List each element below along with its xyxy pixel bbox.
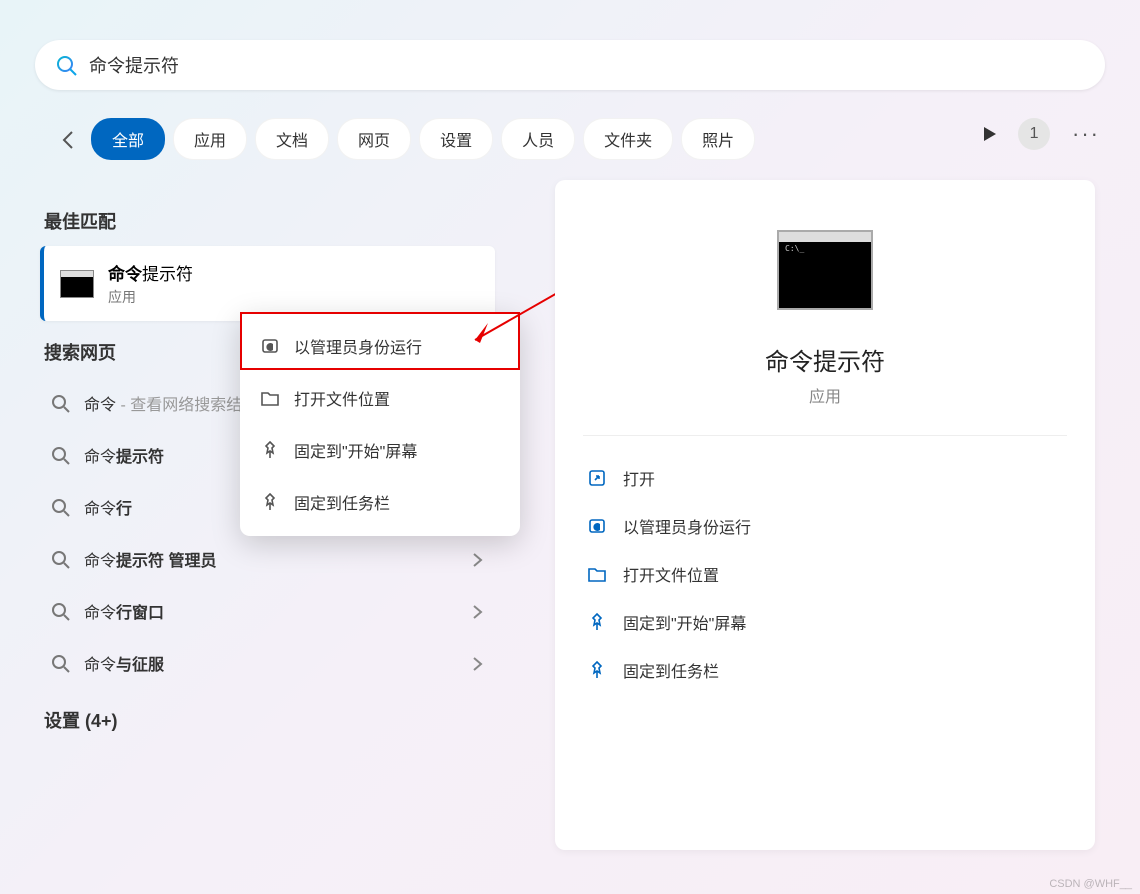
filter-文档[interactable]: 文档 xyxy=(255,118,329,160)
pin-icon xyxy=(260,492,280,512)
play-icon[interactable] xyxy=(984,127,996,141)
back-button[interactable] xyxy=(55,125,83,153)
best-match-title: 命令提示符 xyxy=(108,260,193,285)
filter-文件夹[interactable]: 文件夹 xyxy=(583,118,673,160)
chevron-right-icon xyxy=(467,654,485,672)
preview-action-item[interactable]: 打开文件位置 xyxy=(583,550,1067,598)
preview-panel: 命令提示符 应用 打开以管理员身份运行打开文件位置固定到"开始"屏幕固定到任务栏 xyxy=(555,180,1095,850)
best-match-item[interactable]: 命令提示符 应用 xyxy=(40,246,495,321)
filter-全部[interactable]: 全部 xyxy=(91,118,165,160)
pin-icon xyxy=(260,440,280,460)
preview-app-icon xyxy=(777,230,873,310)
search-bar[interactable] xyxy=(35,40,1105,90)
filter-网页[interactable]: 网页 xyxy=(337,118,411,160)
context-menu-item[interactable]: 以管理员身份运行 xyxy=(240,320,520,372)
preview-action-item[interactable]: 固定到"开始"屏幕 xyxy=(583,598,1067,646)
best-match-header: 最佳匹配 xyxy=(44,208,495,234)
cmd-icon xyxy=(60,270,94,298)
filter-设置[interactable]: 设置 xyxy=(419,118,493,160)
search-icon xyxy=(50,549,70,569)
open-icon xyxy=(587,468,607,488)
preview-action-item[interactable]: 以管理员身份运行 xyxy=(583,502,1067,550)
context-menu-item[interactable]: 打开文件位置 xyxy=(240,372,520,424)
divider xyxy=(583,435,1067,436)
admin-icon xyxy=(260,336,280,356)
top-right-controls: 1 ··· xyxy=(984,118,1100,150)
context-menu-item[interactable]: 固定到任务栏 xyxy=(240,476,520,528)
folder-icon xyxy=(260,388,280,408)
filter-照片[interactable]: 照片 xyxy=(681,118,755,160)
filter-row: 全部应用文档网页设置人员文件夹照片 xyxy=(55,118,1105,160)
chevron-right-icon xyxy=(467,602,485,620)
filter-人员[interactable]: 人员 xyxy=(501,118,575,160)
context-menu: 以管理员身份运行打开文件位置固定到"开始"屏幕固定到任务栏 xyxy=(240,312,520,536)
web-search-item[interactable]: 命令提示符 管理员 xyxy=(40,533,495,585)
context-menu-item[interactable]: 固定到"开始"屏幕 xyxy=(240,424,520,476)
admin-icon xyxy=(587,516,607,536)
chevron-right-icon xyxy=(467,550,485,568)
search-icon xyxy=(50,497,70,517)
notification-badge[interactable]: 1 xyxy=(1018,118,1050,150)
web-search-item[interactable]: 命令行窗口 xyxy=(40,585,495,637)
watermark: CSDN @WHF__ xyxy=(1049,878,1132,890)
web-search-item[interactable]: 命令与征服 xyxy=(40,637,495,689)
search-icon xyxy=(55,54,77,76)
filter-应用[interactable]: 应用 xyxy=(173,118,247,160)
folder-icon xyxy=(587,564,607,584)
preview-sub: 应用 xyxy=(583,383,1067,407)
pin-icon xyxy=(587,612,607,632)
preview-title: 命令提示符 xyxy=(583,342,1067,377)
back-icon xyxy=(58,128,80,150)
search-icon xyxy=(50,445,70,465)
pin-icon xyxy=(587,660,607,680)
search-icon xyxy=(50,653,70,673)
search-input[interactable] xyxy=(89,55,1085,76)
more-button[interactable]: ··· xyxy=(1072,121,1100,147)
settings-header: 设置 (4+) xyxy=(44,707,495,733)
search-icon xyxy=(50,601,70,621)
preview-action-item[interactable]: 固定到任务栏 xyxy=(583,646,1067,694)
search-icon xyxy=(50,393,70,413)
best-match-sub: 应用 xyxy=(108,287,193,307)
preview-action-item[interactable]: 打开 xyxy=(583,454,1067,502)
